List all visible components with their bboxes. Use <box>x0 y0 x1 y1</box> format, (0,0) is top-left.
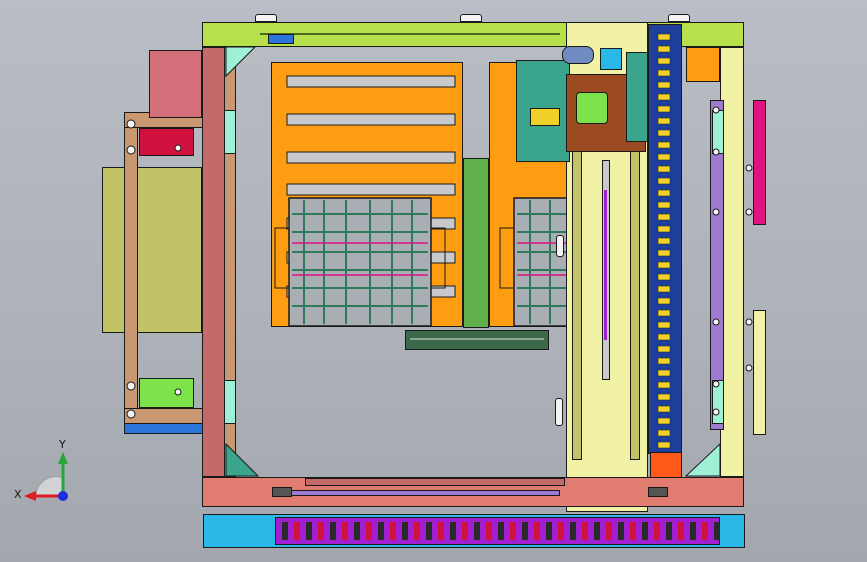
triad-x-label: X <box>14 488 22 501</box>
view-triad: Y X <box>14 438 84 510</box>
bottom-beam-cylinder-right[interactable] <box>648 487 668 497</box>
gantry-side-slot[interactable] <box>555 398 563 426</box>
fastener-holes <box>126 106 753 419</box>
bottom-beam-cylinder-left[interactable] <box>272 487 292 497</box>
triad-z-axis <box>58 491 68 501</box>
triad-y-label: Y <box>59 438 66 451</box>
top-beam-cylinder[interactable] <box>268 34 294 44</box>
tray-slot-marker[interactable] <box>556 235 564 257</box>
cad-viewport[interactable] <box>0 0 867 562</box>
